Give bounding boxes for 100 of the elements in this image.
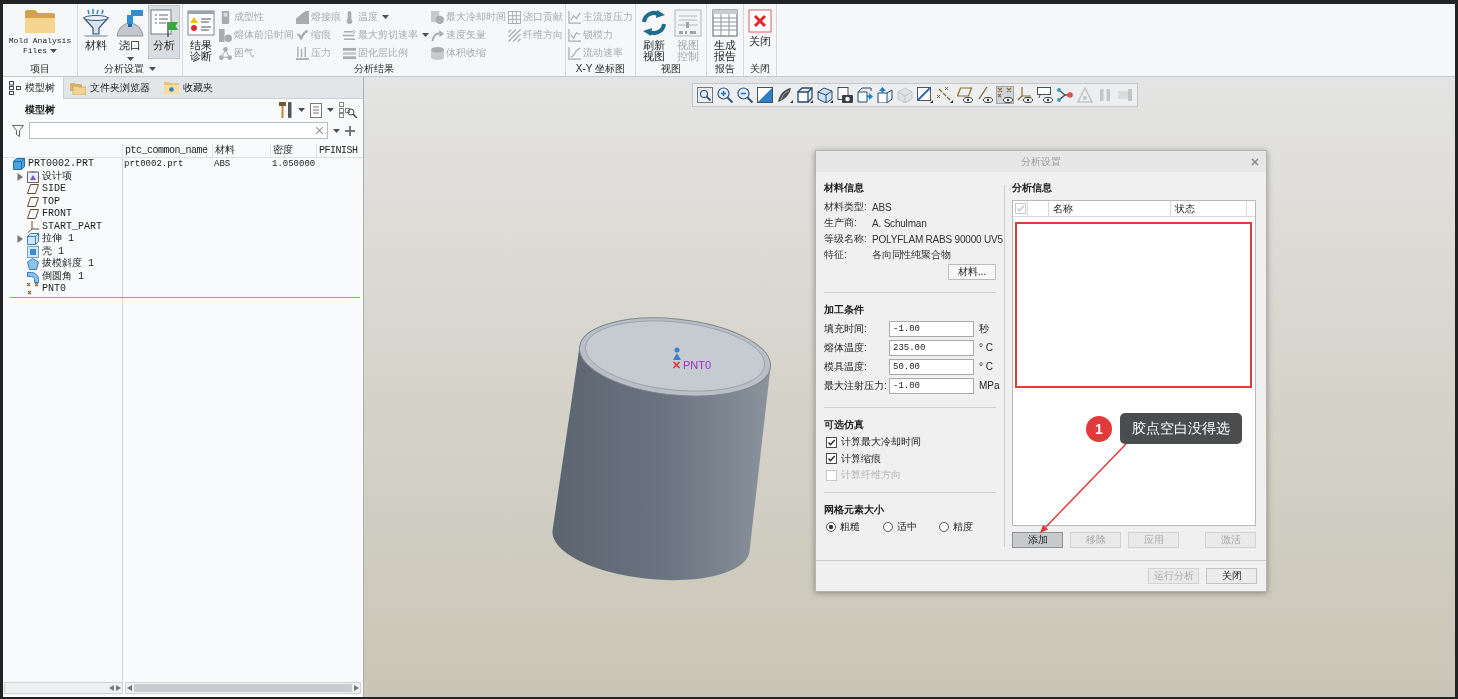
tree-item[interactable]: TOP <box>42 195 60 208</box>
arrow-right-icon[interactable] <box>116 685 121 691</box>
field-value: 各向同性纯聚合物 <box>872 248 951 262</box>
toolbar-button[interactable] <box>1016 86 1034 104</box>
checkbox-label[interactable]: 计算缩痕 <box>841 451 881 466</box>
triangle-icon <box>1077 87 1093 103</box>
text-field[interactable]: 235.00 <box>889 339 974 356</box>
tree-item[interactable]: START_PART <box>42 220 102 233</box>
radio-button[interactable] <box>826 522 836 532</box>
arrow-left-icon[interactable] <box>127 685 132 691</box>
tree-item[interactable]: 拉伸 1 <box>42 233 74 246</box>
push-button[interactable]: 添加 <box>1012 532 1063 548</box>
close-icon[interactable] <box>1251 157 1259 166</box>
toolbar-button[interactable] <box>696 86 714 104</box>
folder-icon <box>164 81 179 94</box>
field-label: 特征: <box>824 248 848 262</box>
ribbon-button[interactable]: Mold Analysis Files <box>5 5 75 59</box>
toolbar-button[interactable] <box>816 86 834 104</box>
toolbar-button[interactable] <box>756 86 774 104</box>
toolbar-button[interactable] <box>876 86 894 104</box>
scrollbar-thumb[interactable] <box>134 684 352 692</box>
toolbar-button[interactable] <box>736 86 754 104</box>
expand-arrow-icon[interactable] <box>16 235 24 244</box>
toolbar-button[interactable] <box>916 86 934 104</box>
radio-button[interactable] <box>882 522 893 532</box>
horizontal-scrollbar[interactable] <box>4 682 123 694</box>
toolbar-button[interactable] <box>796 86 814 104</box>
field-label: 熔体温度: <box>824 340 868 355</box>
toolbar-button[interactable] <box>1056 86 1074 104</box>
ribbon-button[interactable]: 关闭 <box>746 5 774 59</box>
radio-label[interactable]: 粗糙 <box>840 520 860 534</box>
tree-item[interactable]: 倒圆角 1 <box>42 270 84 283</box>
checkbox-label[interactable]: 计算最大冷却时间 <box>841 435 921 450</box>
caret-down-icon[interactable] <box>327 108 334 112</box>
tree-item[interactable]: 壳 1 <box>42 245 64 258</box>
tree-item[interactable]: SIDE <box>42 183 66 196</box>
text-field[interactable]: -1.00 <box>889 320 974 337</box>
arrow-right-icon[interactable] <box>354 685 359 691</box>
group-label: 报告 <box>715 62 735 76</box>
ribbon-button[interactable]: 材料 <box>80 5 112 59</box>
leaf-icon <box>777 87 793 103</box>
pentagon-icon <box>27 258 39 271</box>
zoom-in-icon <box>717 87 733 103</box>
toolbar-button[interactable] <box>856 86 874 104</box>
caret-down-icon[interactable] <box>126 56 134 61</box>
caret-down-icon[interactable] <box>298 108 305 112</box>
toolbar-button[interactable] <box>996 86 1014 104</box>
push-button[interactable]: 材料... <box>948 264 996 280</box>
ribbon-button[interactable]: 浇口 <box>114 5 146 59</box>
plus-icon[interactable] <box>345 125 355 136</box>
toolbar-button[interactable] <box>976 86 994 104</box>
tree-item[interactable]: PRT0002.PRT <box>28 158 94 171</box>
toolbar-button[interactable] <box>776 86 794 104</box>
line-chart-icon <box>568 28 581 42</box>
toolbar-button[interactable] <box>956 86 974 104</box>
radio-label[interactable]: 适中 <box>896 520 917 534</box>
expand-arrow-icon[interactable] <box>16 172 24 181</box>
field-label: 等级名称: <box>824 232 868 246</box>
tools-icon[interactable] <box>279 102 293 118</box>
toolbar-button[interactable] <box>1036 86 1054 104</box>
text-field[interactable]: -1.00 <box>889 377 974 394</box>
parallelogram-icon <box>27 184 39 195</box>
radio-label[interactable]: 精度 <box>953 520 974 534</box>
line-chart-icon <box>568 10 581 24</box>
refresh-icon <box>640 9 668 37</box>
unit-label: 秒 <box>979 321 989 336</box>
filter-field[interactable] <box>29 122 328 139</box>
radio-button[interactable] <box>939 522 950 532</box>
text-field[interactable]: 50.00 <box>889 358 974 375</box>
branch-icon <box>1057 87 1073 103</box>
panel-tab[interactable]: 文件夹浏览器 <box>64 77 158 98</box>
filter-icon[interactable] <box>12 124 24 137</box>
tree-item[interactable]: PNT0 <box>42 283 66 296</box>
table-cell-text: prt0002.prt <box>123 159 185 170</box>
tree-item[interactable]: 拔模斜度 1 <box>42 258 94 271</box>
caret-down-icon[interactable] <box>149 66 156 71</box>
squares-search-icon[interactable] <box>339 102 357 118</box>
arrow-left-icon[interactable] <box>109 685 114 691</box>
checkbox[interactable] <box>826 436 837 448</box>
cube-icon <box>897 87 913 103</box>
caret-down-icon[interactable] <box>333 128 340 133</box>
group-label: X-Y 坐标图 <box>575 62 626 76</box>
clear-icon[interactable] <box>316 127 323 134</box>
tree-item[interactable]: 设计项 <box>42 170 72 183</box>
horizontal-scrollbar[interactable] <box>125 682 361 694</box>
checkbox[interactable] <box>826 453 837 465</box>
caret-down-icon[interactable] <box>50 48 57 53</box>
field-value: A. Schulman <box>872 217 927 229</box>
list-icon[interactable] <box>310 102 322 118</box>
funnel-icon <box>82 9 110 37</box>
panel-tab[interactable]: 收藏夹 <box>158 77 221 98</box>
slider-panel-icon <box>674 9 702 37</box>
push-button[interactable]: 关闭 <box>1206 568 1257 584</box>
panel-tab[interactable]: 模型树 <box>3 77 64 99</box>
bars-icon <box>296 46 309 60</box>
tree-item[interactable]: FRONT <box>42 208 72 221</box>
toolbar-button[interactable] <box>716 86 734 104</box>
ribbon-button[interactable]: 分析 <box>148 5 180 59</box>
toolbar-button[interactable] <box>836 86 854 104</box>
unit-label: ° C <box>979 342 993 353</box>
